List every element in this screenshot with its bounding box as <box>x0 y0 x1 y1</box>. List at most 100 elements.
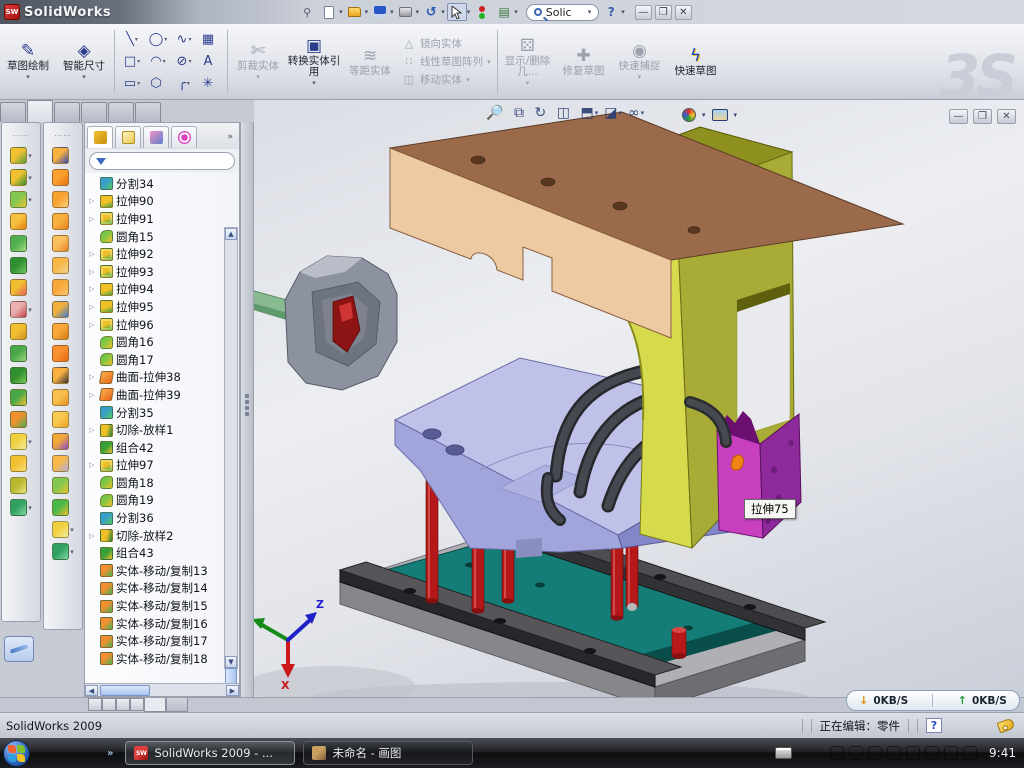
task-solidworks[interactable]: SW SolidWorks 2009 - ... <box>125 741 295 765</box>
tree-item[interactable]: ▷ 分割36 <box>87 509 223 527</box>
tab-dimxpert[interactable] <box>135 102 161 122</box>
rib-icon[interactable]: ▾ <box>10 323 32 340</box>
tree-item[interactable]: ▷ 拉伸95 <box>87 298 223 316</box>
tab-nav-button[interactable] <box>130 698 144 711</box>
zoom-fit-icon[interactable]: 🔎▾ <box>486 106 508 120</box>
pattern-box-icon[interactable]: ▦▾ <box>197 29 223 51</box>
curve-icon[interactable]: ▾ <box>10 477 32 494</box>
draft-icon[interactable]: ▾ <box>10 345 32 362</box>
move-copy-icon[interactable]: ▾ <box>10 411 32 428</box>
tree-item[interactable]: ▷ 圆角17 <box>87 351 223 369</box>
surface-flatten-icon[interactable]: ▾ <box>52 433 74 450</box>
tree-item[interactable]: ▷ 圆角15 <box>87 228 223 246</box>
tab-nav-button[interactable] <box>102 698 116 711</box>
tree-item[interactable]: ▷ 曲面-拉伸39 <box>87 386 223 404</box>
tree-item[interactable]: ▷ 实体-移动/复制16 <box>87 615 223 633</box>
rotate-view-icon[interactable]: ↻▾ <box>534 106 550 120</box>
tree-item[interactable]: ▷ 拉伸92 <box>87 245 223 263</box>
surface-extend-icon[interactable]: ▾ <box>52 191 74 208</box>
tab-nav-button[interactable] <box>116 698 130 711</box>
update-check-icon[interactable] <box>868 746 882 760</box>
tree-item[interactable]: ▷ 曲面-拉伸38 <box>87 369 223 387</box>
keyboard-layout-icon[interactable] <box>775 747 792 759</box>
surface-revolve-icon[interactable]: ▾ <box>52 169 74 186</box>
surface-mid-icon[interactable]: ▾ <box>52 235 74 252</box>
reference-point-icon[interactable]: ▾ <box>10 433 32 450</box>
start-button[interactable] <box>3 740 30 767</box>
circle-icon[interactable]: ◯▾ <box>145 29 171 51</box>
tab-nav-button[interactable] <box>88 698 102 711</box>
view-orientation-icon[interactable]: ⬒▾ <box>580 106 598 120</box>
surface-trim-icon[interactable]: ▾ <box>52 455 74 472</box>
pin-icon[interactable]: ⚲ <box>297 3 317 21</box>
freeform-icon[interactable]: ▾ <box>10 279 32 296</box>
shell-icon[interactable]: ▾ <box>10 367 32 384</box>
rectangle-icon[interactable]: □▾ <box>119 51 145 73</box>
tree-item[interactable]: ▷ 实体-移动/复制14 <box>87 580 223 598</box>
search-box[interactable]: Solic ▾ <box>526 4 600 21</box>
tree-filter-input[interactable] <box>89 152 235 170</box>
reference-point2-icon[interactable]: ▾ <box>52 521 74 538</box>
minimize-button[interactable]: — <box>635 5 652 20</box>
tab-motion-study-1[interactable] <box>166 698 188 712</box>
tree-item[interactable]: ▷ 圆角19 <box>87 492 223 510</box>
tree-item[interactable]: ▷ 拉伸97 <box>87 457 223 475</box>
swept-boss-icon[interactable]: ▾ <box>10 213 32 230</box>
volume-icon[interactable] <box>887 746 901 760</box>
line-icon[interactable]: ╲▾ <box>119 29 145 51</box>
tree-item[interactable]: ▷ 拉伸93 <box>87 263 223 281</box>
linear-sketch-pattern-button[interactable]: ∷ 线性草图阵列▾ <box>402 54 491 69</box>
solidworks-icon[interactable] <box>84 746 99 761</box>
tree-item[interactable]: ▷ 切除-放样2 <box>87 527 223 545</box>
quick-snaps-button[interactable]: ◉ 快速捕捉▾ <box>612 24 668 99</box>
messenger-icon[interactable] <box>40 746 55 761</box>
reference-plane-icon[interactable]: ▾ <box>10 455 32 472</box>
scroll-left-arrow[interactable]: ◀ <box>85 685 98 696</box>
surface-untrim-icon[interactable]: ▾ <box>52 411 74 428</box>
tab-mold-tools[interactable] <box>81 102 107 122</box>
tree-item[interactable]: ▷ 切除-放样1 <box>87 421 223 439</box>
feature-manager-tab[interactable] <box>87 126 113 148</box>
tab-sketch[interactable] <box>27 100 53 122</box>
display-style-icon[interactable]: ◪▾ <box>604 106 622 120</box>
tree-item[interactable]: ▷ 分割34 <box>87 175 223 193</box>
quick-launch-overflow[interactable]: » <box>107 748 113 759</box>
tree-item[interactable]: ▷ 圆角16 <box>87 333 223 351</box>
sketch-button[interactable]: ✎ 草图绘制▾ <box>0 24 56 99</box>
panel-overflow-chevron[interactable]: » <box>227 132 237 142</box>
hscroll-thumb[interactable] <box>100 685 150 696</box>
zoom-area-icon[interactable]: ⧉▾ <box>514 106 529 120</box>
tree-horizontal-scrollbar[interactable]: ◀ ▶ <box>85 683 239 696</box>
trim-entities-button[interactable]: ✄ 剪裁实体▾ <box>230 24 286 99</box>
point-icon[interactable]: ✳▾ <box>197 73 223 95</box>
tree-item[interactable]: ▷ 拉伸96 <box>87 316 223 334</box>
print-button[interactable] <box>396 3 416 21</box>
options-list-button[interactable]: ▤ <box>494 3 514 21</box>
helix2-icon[interactable]: ▾ <box>52 543 74 560</box>
boundary-boss-icon[interactable]: ▾ <box>10 257 32 274</box>
slot-icon[interactable]: ▭▾ <box>119 73 145 95</box>
text-icon[interactable]: A▾ <box>197 51 223 73</box>
new-document-button[interactable] <box>319 3 339 21</box>
lofted-boss-icon[interactable]: ▾ <box>10 235 32 252</box>
surface-replace-icon[interactable]: ▾ <box>52 389 74 406</box>
move-entities-button[interactable]: ◫ 移动实体▾ <box>402 72 491 87</box>
hide-show-icon[interactable]: ∞▾ <box>628 106 644 120</box>
surface-knit-icon[interactable]: ▾ <box>52 301 74 318</box>
surface-fill-icon[interactable]: ▾ <box>52 279 74 296</box>
tab-model[interactable] <box>144 698 166 712</box>
power-shield-icon[interactable] <box>849 746 863 760</box>
graphics-viewport[interactable]: X Y Z 🔎▾ ⧉▾ ↻▾ ◫▾ ⬒▾ ◪▾ <box>254 100 1024 697</box>
smart-dimension-button[interactable]: ◈ 智能尺寸▾ <box>56 24 112 99</box>
rebuild-traffic-light-icon[interactable] <box>472 3 492 21</box>
open-button[interactable] <box>345 3 365 21</box>
scene-icon[interactable] <box>712 109 728 121</box>
security-icon[interactable] <box>62 746 77 761</box>
fillet2-icon[interactable]: ▾ <box>52 477 74 494</box>
surface-elbow-icon[interactable]: ▾ <box>52 345 74 362</box>
convert-entities-button[interactable]: ▣ 转换实体引用▾ <box>286 24 342 99</box>
scroll-down-arrow[interactable]: ▼ <box>225 656 237 668</box>
helix-icon[interactable]: ▾ <box>10 499 32 516</box>
polygon-icon[interactable]: ⬡▾ <box>145 73 171 95</box>
extruded-boss-icon[interactable]: ▾ <box>10 147 32 164</box>
